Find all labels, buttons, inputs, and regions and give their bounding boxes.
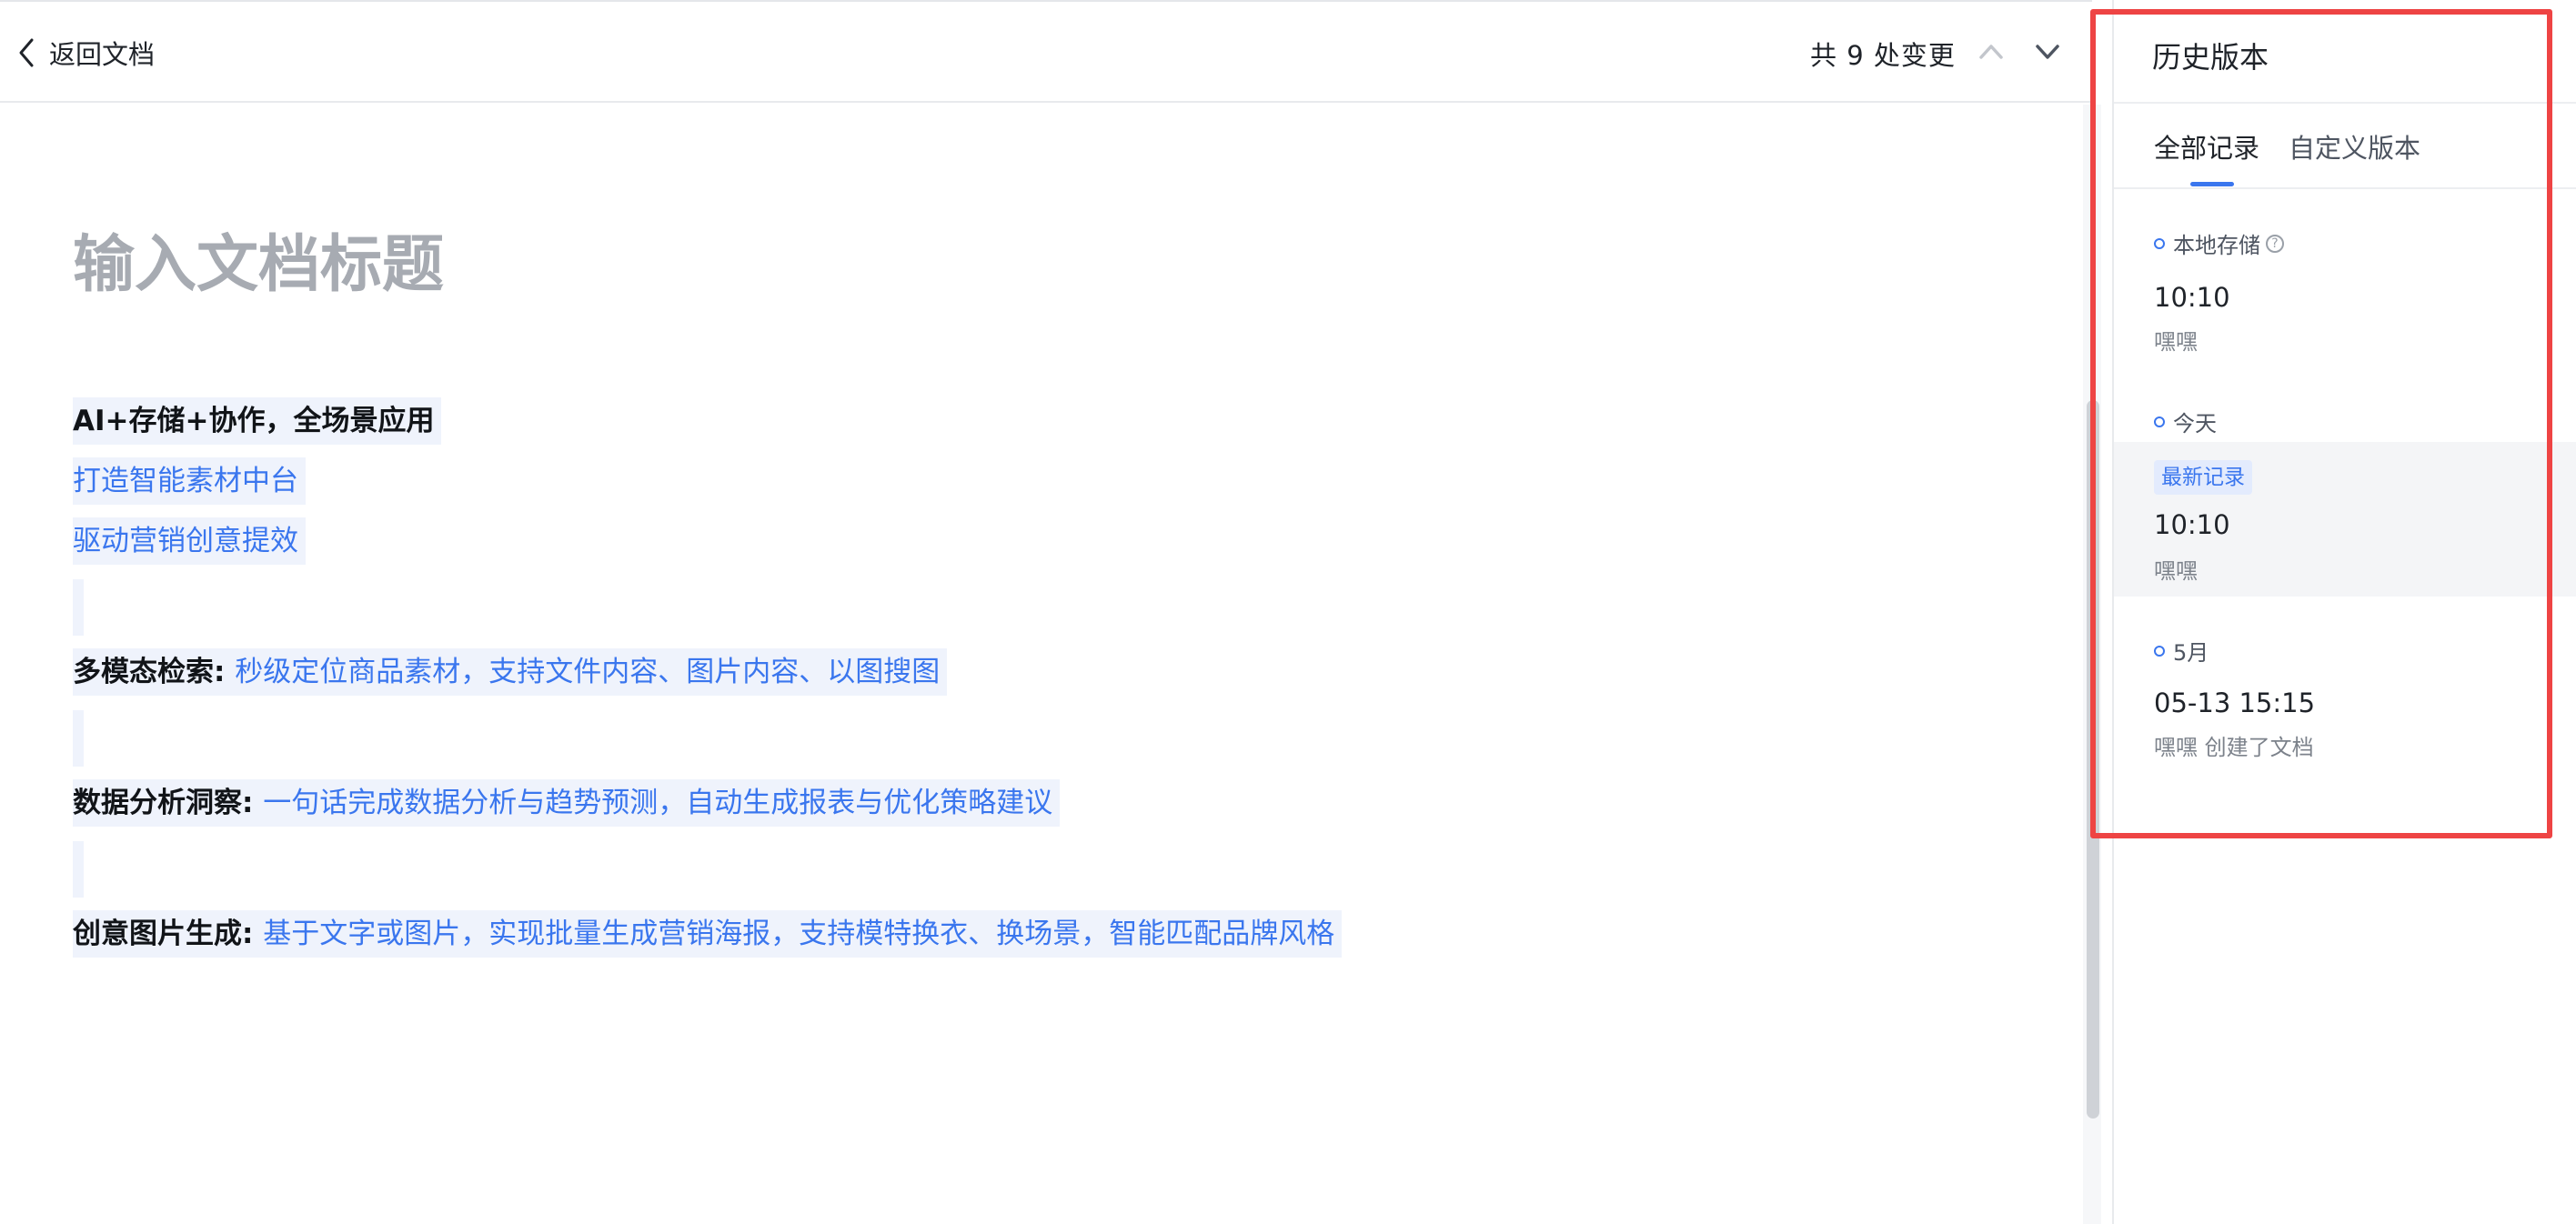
timeline-dot-icon (2154, 237, 2165, 249)
version-item-local[interactable]: 10:10 嘿嘿 (2114, 266, 2576, 366)
panel-title: 历史版本 (2152, 40, 2269, 75)
doc-line: 打造智能素材中台 (73, 457, 306, 505)
doc-line: 创意图片生成: 基于文字或图片，实现批量生成营销海报，支持模特换衣、换场景，智能… (73, 910, 1343, 958)
divider (2114, 187, 2576, 189)
version-time: 05-13 15:15 (2154, 687, 2316, 718)
group-label-text: 今天 (2173, 411, 2217, 436)
document-title: 输入文档标题 (73, 229, 445, 301)
doc-line: 数据分析洞察: 一句话完成数据分析与趋势预测，自动生成报表与优化策略建议 (73, 779, 1061, 827)
history-panel: 历史版本 全部记录 自定义版本 本地存储 ? 10:10 嘿嘿 今天 最新记录 … (2112, 0, 2576, 1224)
line-heading: AI+存储+协作，全场景应用 (73, 405, 435, 437)
divider (2114, 102, 2576, 104)
change-count: 共 9 处变更 (1810, 40, 1956, 71)
line-text: 秒级定位商品素材，支持文件内容、图片内容、以图搜图 (235, 656, 941, 688)
doc-line: 驱动营销创意提效 (73, 517, 306, 565)
line-text: 一句话完成数据分析与趋势预测，自动生成报表与优化策略建议 (263, 787, 1053, 819)
document-content: 输入文档标题 AI+存储+协作，全场景应用 打造智能素材中台 驱动营销创意提效 … (0, 105, 2092, 1224)
version-time: 10:10 (2154, 282, 2230, 313)
version-item-created[interactable]: 05-13 15:15 嘿嘿 创建了文档 (2114, 673, 2576, 773)
version-author: 嘿嘿 (2154, 558, 2198, 584)
chevron-up-icon (1979, 45, 2003, 59)
group-label-may: 5月 (2154, 635, 2209, 667)
empty-line (73, 710, 84, 767)
line-heading: 创意图片生成: (73, 918, 264, 950)
group-label-today: 今天 (2154, 406, 2217, 437)
line-heading: 数据分析洞察: (73, 787, 264, 819)
version-history-view: 返回文档 共 9 处变更 输入文档标题 AI+存储+协作，全场景应用 打造智能素… (0, 0, 2576, 1224)
line-text: 驱动营销创意提效 (73, 525, 298, 557)
back-label: 返回文档 (49, 39, 156, 70)
timeline-dot-icon (2154, 645, 2165, 657)
top-toolbar: 返回文档 共 9 处变更 (0, 0, 2092, 103)
previous-change-button[interactable] (1976, 36, 2007, 67)
chevron-down-icon (2036, 45, 2059, 59)
chevron-left-icon (19, 38, 34, 67)
version-author: 嘿嘿 (2154, 329, 2198, 355)
group-label-local-storage: 本地存储 ? (2154, 227, 2284, 259)
tab-custom-versions[interactable]: 自定义版本 (2289, 127, 2420, 166)
line-text: 基于文字或图片，实现批量生成营销海报，支持模特换衣、换场景，智能匹配品牌风格 (263, 918, 1335, 950)
version-author: 嘿嘿 创建了文档 (2154, 735, 2314, 760)
doc-line: AI+存储+协作，全场景应用 (73, 397, 442, 445)
group-label-text: 5月 (2173, 640, 2209, 666)
empty-line (73, 579, 84, 636)
doc-line: 多模态检索: 秒级定位商品素材，支持文件内容、图片内容、以图搜图 (73, 648, 948, 696)
line-text: 打造智能素材中台 (73, 465, 298, 497)
active-tab-indicator (2190, 182, 2234, 186)
tab-all-records[interactable]: 全部记录 (2154, 127, 2259, 166)
scrollbar-thumb[interactable] (2087, 400, 2099, 1119)
version-item-latest[interactable]: 最新记录 10:10 嘿嘿 (2114, 442, 2576, 597)
line-heading: 多模态检索: (73, 656, 236, 688)
timeline-dot-icon (2154, 416, 2165, 427)
group-label-text: 本地存储 (2173, 233, 2260, 258)
latest-record-badge: 最新记录 (2154, 460, 2252, 495)
version-time: 10:10 (2154, 509, 2230, 540)
next-change-button[interactable] (2032, 36, 2063, 67)
empty-line (73, 841, 84, 898)
help-icon[interactable]: ? (2266, 234, 2284, 253)
back-to-document-button[interactable]: 返回文档 (16, 33, 155, 73)
